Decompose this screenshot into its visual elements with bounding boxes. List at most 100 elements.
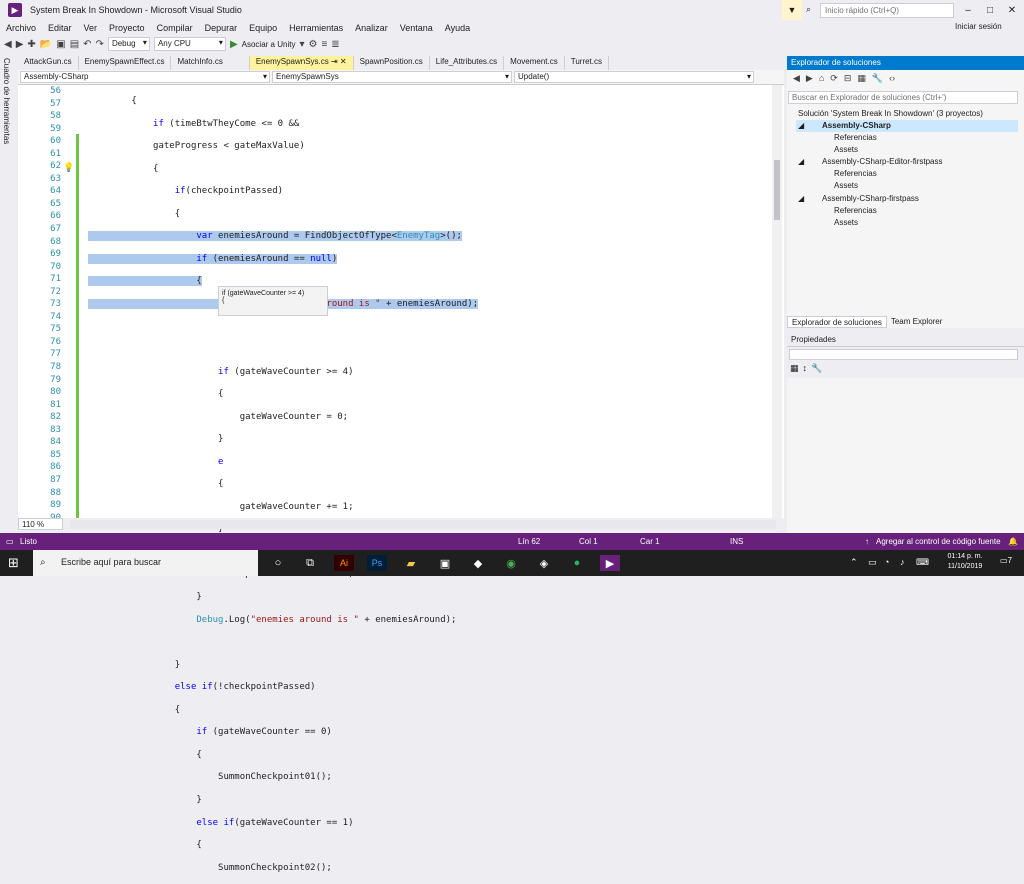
project-select[interactable]: Assembly-CSharp <box>20 71 270 83</box>
file-explorer-icon[interactable]: ▰ <box>401 555 421 571</box>
tree-project-firstpass[interactable]: Assembly-CSharp-firstpass <box>822 193 919 205</box>
wifi-icon[interactable]: ◔ <box>884 557 889 567</box>
categorized-icon[interactable]: ▦ <box>790 363 799 374</box>
forward-icon[interactable]: ▶ <box>806 73 813 87</box>
uncomment-icon[interactable]: ≣ <box>331 39 339 50</box>
photoshop-icon[interactable]: Ps <box>367 555 387 571</box>
battery-icon[interactable]: ▭ <box>868 557 877 568</box>
vertical-scroll-thumb[interactable] <box>774 160 780 220</box>
tree-assets[interactable]: Assets <box>834 217 858 229</box>
tab-enemyspawneffect[interactable]: EnemySpawnEffect.cs <box>79 56 172 70</box>
taskbar-search[interactable]: Escribe aquí para buscar <box>33 550 258 576</box>
visual-studio-icon[interactable]: ▶ <box>600 555 620 571</box>
store-icon[interactable]: ▣ <box>435 555 455 571</box>
back-icon[interactable]: ◀ <box>4 39 12 50</box>
toolbox-tab[interactable]: Cuadro de herramientas <box>2 58 11 144</box>
solution-config-select[interactable]: Debug <box>107 37 150 51</box>
close-button[interactable]: ✕ <box>1001 0 1023 20</box>
tab-turret[interactable]: Turret.cs <box>565 56 609 70</box>
properties-icon[interactable]: 🔧 <box>872 73 883 87</box>
zoom-select[interactable]: 110 % <box>18 518 63 530</box>
horizontal-scrollbar[interactable] <box>70 520 776 529</box>
tab-attackgun[interactable]: AttackGun.cs <box>18 56 79 70</box>
code-view-icon[interactable]: ‹› <box>889 73 895 87</box>
tab-spawnposition[interactable]: SpawnPosition.cs <box>354 56 430 70</box>
tree-referencias[interactable]: Referencias <box>834 168 877 180</box>
unity-icon[interactable]: ◆ <box>468 555 488 571</box>
menu-ventana[interactable]: Ventana <box>394 23 439 33</box>
menu-ayuda[interactable]: Ayuda <box>439 23 476 33</box>
expand-icon[interactable]: ◢ <box>798 193 804 205</box>
feedback-filter-icon[interactable]: ▼ <box>782 0 802 20</box>
pin-icon[interactable]: ⇥ <box>331 57 338 66</box>
chrome-icon[interactable]: ◉ <box>501 555 521 571</box>
illustrator-icon[interactable]: Ai <box>334 555 354 571</box>
solution-explorer-search[interactable]: Buscar en Explorador de soluciones (Ctrl… <box>788 91 1018 104</box>
comment-icon[interactable]: ≡ <box>321 39 327 50</box>
menu-depurar[interactable]: Depurar <box>199 23 244 33</box>
menu-ver[interactable]: Ver <box>78 23 104 33</box>
open-file-icon[interactable]: 📂 <box>40 39 52 50</box>
spotify-icon[interactable]: ● <box>567 555 587 571</box>
menu-analizar[interactable]: Analizar <box>349 23 394 33</box>
properties-object-select[interactable] <box>789 349 1018 360</box>
save-icon[interactable]: ▣ <box>56 39 65 50</box>
attach-unity-button[interactable]: Asociar a Unity <box>242 40 296 49</box>
lightbulb-icon[interactable]: 💡 <box>63 162 74 173</box>
tree-project-assembly-csharp[interactable]: Assembly-CSharp <box>796 120 1018 132</box>
play-icon[interactable]: ▶ <box>230 39 238 50</box>
menu-proyecto[interactable]: Proyecto <box>103 23 151 33</box>
tab-matchinfo[interactable]: MatchInfo.cs <box>171 56 250 70</box>
windows-start-icon[interactable]: ⊞ <box>8 555 19 571</box>
signin-link[interactable]: Iniciar sesión <box>955 22 1002 31</box>
quick-launch-input[interactable]: Inicio rápido (Ctrl+Q) <box>820 3 954 18</box>
home-icon[interactable]: ⌂ <box>819 73 824 87</box>
tree-referencias[interactable]: Referencias <box>834 205 877 217</box>
task-view-icon[interactable]: ⧉ <box>300 555 320 571</box>
tree-referencias[interactable]: Referencias <box>834 132 877 144</box>
code-text[interactable]: { if (timeBtwTheyCome <= 0 && gateProgre… <box>88 85 774 873</box>
minimize-button[interactable]: – <box>957 0 979 20</box>
dropdown-icon[interactable]: ▾ <box>299 39 304 50</box>
platform-select[interactable]: Any CPU <box>153 37 226 51</box>
property-pages-icon[interactable]: 🔧 <box>811 363 822 374</box>
class-select[interactable]: EnemySpawnSys <box>272 71 512 83</box>
redo-icon[interactable]: ↷ <box>96 39 104 50</box>
sync-icon[interactable]: ⟳ <box>830 73 838 87</box>
undo-icon[interactable]: ↶ <box>83 39 91 50</box>
new-project-icon[interactable]: ✚ <box>27 39 35 50</box>
tab-team-explorer[interactable]: Team Explorer <box>887 316 947 328</box>
tree-assets[interactable]: Assets <box>834 144 858 156</box>
network-icon[interactable]: ⌃ <box>850 557 858 568</box>
bell-icon[interactable]: 🔔 <box>1008 537 1018 546</box>
status-scm[interactable]: Agregar al control de código fuente <box>876 537 1001 546</box>
cortana-icon[interactable]: ○ <box>268 555 288 571</box>
keyboard-icon[interactable]: ⌨ <box>916 557 929 568</box>
tree-assets[interactable]: Assets <box>834 180 858 192</box>
show-all-files-icon[interactable]: ▦ <box>857 73 866 87</box>
volume-icon[interactable]: ♪ <box>900 557 905 567</box>
tab-movement[interactable]: Movement.cs <box>504 56 565 70</box>
menu-compilar[interactable]: Compilar <box>151 23 199 33</box>
menu-archivo[interactable]: Archivo <box>0 23 42 33</box>
menu-editar[interactable]: Editar <box>42 23 78 33</box>
tab-life-attributes[interactable]: Life_Attributes.cs <box>430 56 505 70</box>
tab-close-icon[interactable]: ✕ <box>340 57 347 66</box>
tree-solution[interactable]: Solución 'System Break In Showdown' (3 p… <box>798 108 983 120</box>
clock[interactable]: 01:14 p. m. 11/10/2019 <box>935 552 995 572</box>
tab-solution-explorer[interactable]: Explorador de soluciones <box>787 316 887 328</box>
unity-hub-icon[interactable]: ◈ <box>534 555 554 571</box>
toolbar-tool-icon[interactable]: ⚙ <box>308 39 317 50</box>
tree-project-editor-firstpass[interactable]: Assembly-CSharp-Editor-firstpass <box>822 156 942 168</box>
collapse-icon[interactable]: ⊟ <box>844 73 852 87</box>
maximize-button[interactable]: □ <box>979 0 1001 20</box>
member-select[interactable]: Update() <box>514 71 754 83</box>
back-icon[interactable]: ◀ <box>793 73 800 87</box>
menu-equipo[interactable]: Equipo <box>243 23 283 33</box>
alphabetical-icon[interactable]: ↕ <box>803 363 808 374</box>
vertical-scrollbar[interactable] <box>772 85 782 518</box>
tab-enemyspawnsys[interactable]: EnemySpawnSys.cs ⇥ ✕ <box>249 56 354 70</box>
menu-herramientas[interactable]: Herramientas <box>283 23 349 33</box>
forward-icon[interactable]: ▶ <box>16 39 24 50</box>
notification-center[interactable]: ▭7 <box>1000 556 1012 565</box>
